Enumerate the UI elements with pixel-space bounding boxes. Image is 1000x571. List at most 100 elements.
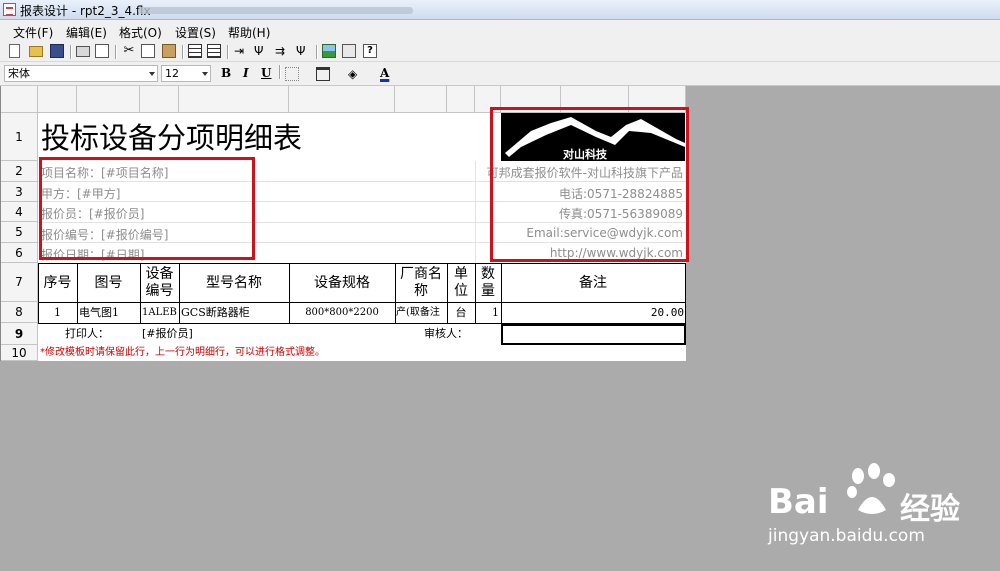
toolbar-separator — [227, 45, 229, 59]
format-toolbar: 宋体 12 B I U ◈ A — [0, 62, 1000, 86]
baidu-jingyan-watermark: Bai 经验 jingyan.baidu.com — [760, 460, 990, 560]
menu-file[interactable]: 文件(F) — [13, 24, 53, 41]
insert-row-icon[interactable] — [188, 44, 202, 58]
row-header[interactable]: 4 — [1, 202, 38, 222]
help-icon[interactable]: ? — [363, 44, 377, 58]
menu-help[interactable]: 帮助(H) — [228, 24, 270, 41]
row8-equipment-no[interactable]: 1ALEB — [142, 303, 179, 323]
standard-toolbar: ✂ ⇥ Ψ ⇉ Ψ ? — [0, 42, 1000, 62]
row-header[interactable]: 5 — [1, 222, 38, 243]
menu-settings[interactable]: 设置(S) — [175, 24, 216, 41]
bold-button[interactable]: B — [221, 66, 231, 80]
row8-model-name[interactable]: GCS断路器柜 — [181, 303, 289, 323]
cell-format-icon[interactable] — [316, 67, 330, 81]
col-manufacturer[interactable]: 厂商名 称 — [395, 266, 447, 304]
app-icon — [3, 3, 16, 16]
copy-icon[interactable] — [141, 44, 155, 58]
paw-icon — [847, 463, 895, 514]
reviewer-value-cell[interactable] — [501, 324, 686, 345]
toolbar-separator — [70, 45, 72, 59]
watermark-brand: Bai — [768, 482, 829, 522]
menu-bar: 文件(F) 编辑(E) 格式(O) 设置(S) 帮助(H) — [0, 20, 1000, 42]
toolbar-separator — [115, 45, 117, 59]
highlight-box-right — [490, 107, 689, 262]
row8-serial[interactable]: 1 — [38, 303, 77, 323]
paste-icon[interactable] — [162, 44, 176, 58]
col-serial[interactable]: 序号 — [38, 264, 77, 302]
toolbar-separator — [182, 45, 184, 59]
printer-value[interactable]: [#报价员] — [142, 325, 193, 343]
row-header[interactable]: 3 — [1, 182, 38, 202]
report-sheet: 1 2 3 4 5 6 7 8 9 10 投标设备分项明细表 对山科技 项目名称… — [0, 86, 689, 361]
col-header[interactable] — [38, 86, 77, 113]
menu-edit[interactable]: 编辑(E) — [66, 24, 107, 41]
col-header[interactable] — [77, 86, 140, 113]
row8-remark[interactable]: 20.00 — [501, 303, 684, 323]
menu-format[interactable]: 格式(O) — [119, 24, 162, 41]
template-note[interactable]: *修改模板时请保留此行，上一行为明细行，可以进行格式调整。 — [40, 345, 325, 361]
delete-col-icon[interactable]: Ψ — [254, 44, 268, 58]
row-header[interactable]: 1 — [1, 113, 38, 161]
highlight-box-left — [39, 157, 255, 260]
table-border — [685, 263, 686, 323]
row-header[interactable]: 2 — [1, 161, 38, 182]
row-header[interactable]: 6 — [1, 243, 38, 263]
save-icon[interactable] — [50, 44, 64, 58]
underline-button[interactable]: U — [261, 66, 271, 80]
print-preview-icon[interactable] — [95, 44, 109, 58]
report-title[interactable]: 投标设备分项明细表 — [41, 118, 302, 158]
row8-qty[interactable]: 1 — [475, 303, 499, 323]
insert-col-icon[interactable]: ⇥ — [234, 44, 248, 58]
properties-icon[interactable] — [342, 44, 356, 58]
chevron-down-icon — [149, 72, 155, 76]
watermark-url: jingyan.baidu.com — [768, 526, 925, 546]
title-bar: 报表设计 - rpt2_3_4.flx — [0, 0, 1000, 20]
delete-row-icon[interactable] — [207, 44, 221, 58]
col-qty[interactable]: 数 量 — [475, 266, 501, 304]
row-header[interactable]: 8 — [1, 302, 38, 323]
chevron-down-icon — [202, 72, 208, 76]
font-family-select[interactable]: 宋体 — [4, 65, 158, 82]
row8-unit[interactable]: 台 — [447, 303, 475, 323]
row-header[interactable]: 10 — [1, 345, 38, 361]
col-header[interactable] — [179, 86, 289, 113]
row-header[interactable]: 7 — [1, 263, 38, 302]
cut-icon[interactable]: ✂ — [122, 44, 136, 58]
italic-button[interactable]: I — [243, 66, 249, 80]
reviewer-label[interactable]: 审核人： — [424, 325, 468, 343]
font-size-value: 12 — [165, 67, 179, 80]
col-equipment-no[interactable]: 设备 编号 — [140, 266, 179, 304]
split-icon[interactable]: Ψ — [296, 44, 310, 58]
col-remark[interactable]: 备注 — [501, 264, 685, 302]
row8-manufacturer[interactable]: 产(取备注 — [396, 303, 447, 323]
merge-icon[interactable]: ⇉ — [275, 44, 289, 58]
col-header[interactable] — [395, 86, 447, 113]
insert-image-icon[interactable] — [322, 44, 336, 58]
new-icon[interactable] — [9, 44, 20, 58]
toolbar-separator — [316, 45, 318, 59]
col-model-name[interactable]: 型号名称 — [179, 264, 289, 302]
watermark-suffix: 经验 — [900, 492, 960, 527]
window-title: 报表设计 - rpt2_3_4.flx — [20, 4, 151, 18]
row-header[interactable]: 9 — [1, 323, 38, 345]
col-spec[interactable]: 设备规格 — [289, 264, 395, 302]
title-blurred-region — [138, 7, 413, 14]
corner-header[interactable] — [1, 86, 38, 113]
col-unit[interactable]: 单 位 — [447, 266, 475, 304]
row8-drawing[interactable]: 电气图1 — [79, 303, 140, 323]
font-family-value: 宋体 — [8, 67, 30, 80]
fill-color-icon[interactable]: ◈ — [348, 67, 362, 81]
print-icon[interactable] — [76, 46, 90, 57]
col-header[interactable] — [140, 86, 179, 113]
col-drawing[interactable]: 图号 — [77, 264, 140, 302]
printer-label[interactable]: 打印人： — [65, 325, 109, 343]
toolbar-separator — [279, 65, 281, 79]
font-size-select[interactable]: 12 — [161, 65, 211, 82]
col-header[interactable] — [447, 86, 475, 113]
row8-spec[interactable]: 800*800*2200 — [289, 303, 395, 323]
gridline — [475, 161, 476, 263]
borders-icon[interactable] — [285, 67, 299, 81]
font-color-button[interactable]: A — [380, 66, 389, 80]
col-header[interactable] — [289, 86, 395, 113]
open-icon[interactable] — [29, 46, 43, 57]
